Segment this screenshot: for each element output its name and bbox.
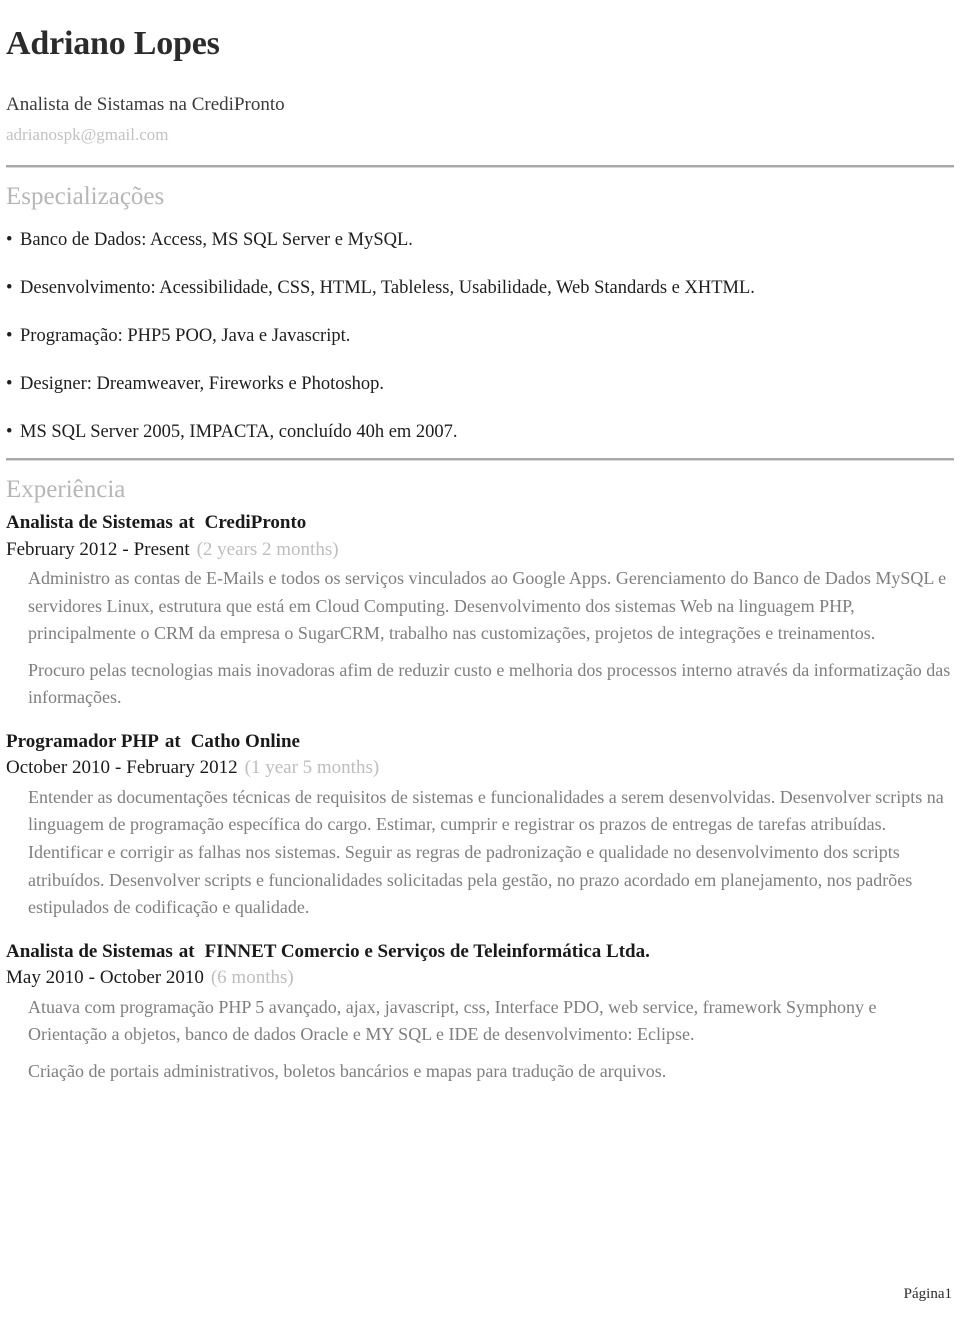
job-description: Atuava com programação PHP 5 avançado, a… (28, 996, 877, 1045)
job-description: Procuro pelas tecnologias mais inovadora… (28, 659, 951, 708)
list-item-label: Desenvolvimento: Acessibilidade, CSS, HT… (20, 278, 755, 299)
job-role: Analista de Sistemas (6, 940, 173, 962)
professional-headline: Analista de Sistamas na CrediPronto (6, 93, 285, 115)
job-role: Programador PHP (6, 730, 159, 752)
job-description: Administro as contas de E-Mails e todos … (28, 568, 947, 644)
experience-entry: Analista de Sistemas at CrediPronto Februa… (6, 511, 954, 712)
job-at-label: at (164, 730, 181, 752)
job-title: Analista de Sistemas at FINNET Comercio e … (6, 940, 954, 964)
job-start-date: October 2010 (6, 757, 110, 779)
list-item: • Programação: PHP5 POO, Java e Javascrip… (6, 324, 954, 348)
bullet-icon: • (6, 422, 13, 443)
bullet-icon: • (6, 374, 13, 395)
list-item-label: MS SQL Server 2005, IMPACTA, concluído 4… (20, 422, 458, 443)
job-company: CrediPronto (204, 512, 307, 534)
job-title: Programador PHP at Catho Online (6, 730, 954, 754)
date-range-dash: - (88, 966, 95, 988)
bullet-icon: • (6, 230, 13, 251)
date-range-dash: - (114, 757, 122, 779)
job-start-date: February 2012 (6, 538, 118, 560)
page-number: Página1 (903, 1285, 952, 1302)
list-item-label: Banco de Dados: Access, MS SQL Server e … (20, 230, 413, 251)
experience-entry: Analista de Sistemas at FINNET Comercio e … (6, 940, 954, 1086)
experience-heading: Experiência (6, 476, 126, 504)
list-item-label: Designer: Dreamweaver, Fireworks e Photo… (20, 374, 385, 395)
job-role: Analista de Sistemas (6, 512, 173, 534)
job-end-date: Present (133, 538, 190, 560)
job-end-date: February 2012 (126, 757, 238, 779)
specializations-heading: Especializações (6, 183, 165, 211)
job-duration: (6 months) (210, 966, 294, 988)
job-company: FINNET Comercio e Serviços de Teleinform… (204, 940, 650, 962)
resume-page: Adriano Lopes Analista de Sistamas na Cr… (0, 23, 960, 1317)
bullet-icon: • (6, 278, 13, 299)
job-dates: October 2010- February 2012 (1 year 5 mont… (6, 754, 954, 781)
job-duration: (2 years 2 months) (196, 538, 339, 560)
date-range-dash: - (122, 538, 129, 560)
job-at-label: at (178, 940, 195, 962)
job-start-date: May 2010 (6, 966, 84, 988)
list-item: • MS SQL Server 2005, IMPACTA, concluído … (6, 420, 954, 444)
job-dates: February 2012- Present (2 years 2 months) (6, 536, 954, 563)
list-item: • Designer: Dreamweaver, Fireworks e Phot… (6, 372, 954, 396)
job-title: Analista de Sistemas at CrediPronto (6, 511, 954, 535)
experience-entry: Programador PHP at Catho Online October 20… (6, 730, 954, 922)
list-item-label: Programação: PHP5 POO, Java e Javascript… (20, 326, 351, 347)
list-item: • Banco de Dados: Access, MS SQL Server e… (6, 228, 954, 252)
bullet-icon: • (6, 326, 13, 347)
email-address: adrianospk@gmail.com (6, 125, 169, 145)
job-at-label: at (178, 512, 195, 534)
specializations-list: • Banco de Dados: Access, MS SQL Server e… (6, 228, 954, 444)
list-item: • Desenvolvimento: Acessibilidade, CSS, H… (6, 276, 954, 300)
job-company: Catho Online (190, 730, 300, 752)
job-description: Entender as documentações técnicas de re… (28, 786, 944, 918)
job-end-date: October 2010 (99, 966, 204, 988)
page-title: Adriano Lopes (6, 24, 220, 62)
job-dates: May 2010- October 2010 (6 months) (6, 964, 954, 991)
experience-section: Experiência Analista de Sistemas at CrediP… (6, 461, 954, 1085)
job-description: Criação de portais administrativos, bole… (28, 1060, 667, 1081)
header-block: Adriano Lopes Analista de Sistamas na Cr… (6, 23, 954, 147)
specializations-section: Especializações • Banco de Dados: Access,… (6, 168, 954, 444)
job-duration: (1 year 5 months) (244, 757, 380, 779)
